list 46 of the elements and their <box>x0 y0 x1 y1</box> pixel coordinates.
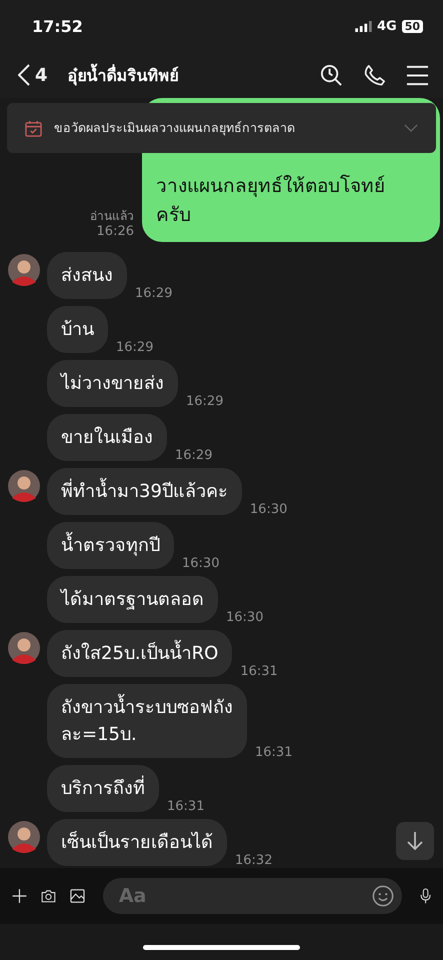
message-time: 16:31 <box>255 745 292 760</box>
received-message: บริการถึงที่ <box>47 765 159 812</box>
received-message: ขายในเมือง <box>47 414 167 461</box>
message-text: วางแผนกลยุทธ์ให้ตอบโจทย์ ครับ <box>156 174 386 228</box>
menu-icon[interactable] <box>406 64 429 86</box>
avatar[interactable] <box>8 470 40 502</box>
received-message: ได้มาตรฐานตลอด <box>47 576 218 623</box>
battery-indicator: 50 <box>402 20 423 32</box>
network-label: 4G <box>376 18 397 34</box>
arrow-down-icon <box>406 831 424 851</box>
chat-title: อุ๋ยน้ำดื่มรินทิพย์ <box>68 62 180 88</box>
received-message: ถังใส25บ.เป็นน้ำRO <box>47 630 232 677</box>
pinned-note-bar[interactable]: ขอวัดผลประเมินผลวางแผนกลยุทธ์การตลาด <box>7 103 436 153</box>
message-time: 16:29 <box>116 340 154 355</box>
emoji-icon[interactable] <box>372 885 394 907</box>
message-time: 16:31 <box>167 799 204 814</box>
received-message: บ้าน <box>47 306 108 353</box>
pinned-note-text: ขอวัดผลประเมินผลวางแผนกลยุทธ์การตลาด <box>54 119 296 138</box>
calendar-icon <box>25 120 42 136</box>
read-receipt: อ่านแล้ว <box>90 208 134 224</box>
scroll-down-button[interactable] <box>396 822 434 860</box>
chevron-icon[interactable] <box>404 124 418 132</box>
phone-icon[interactable] <box>363 64 386 86</box>
status-time: 17:52 <box>32 16 83 36</box>
message-time: 16:26 <box>96 224 134 240</box>
search-icon[interactable] <box>320 64 343 86</box>
message-time: 16:29 <box>175 448 212 463</box>
received-message: น้ำตรวจทุกปี <box>47 522 174 569</box>
avatar[interactable] <box>8 632 40 664</box>
avatar[interactable] <box>8 254 40 286</box>
received-message: เซ็นเป็นรายเดือนได้ <box>47 819 227 866</box>
signal-icon <box>354 20 372 32</box>
message-time: 16:31 <box>240 664 278 679</box>
message-time: 16:29 <box>186 394 224 409</box>
received-message: พี่ทำน้ำมา39ปีแล้วคะ <box>47 468 242 515</box>
received-message: ส่งสนง <box>47 252 127 299</box>
message-input[interactable]: Aa <box>102 878 402 914</box>
avatar[interactable] <box>8 821 40 853</box>
received-message: ไม่วางขายส่ง <box>47 360 178 407</box>
back-button[interactable]: 4 <box>18 64 48 86</box>
message-time: 16:32 <box>235 853 272 868</box>
message-time: 16:30 <box>182 556 220 571</box>
message-time: 16:30 <box>250 502 288 517</box>
message-time: 16:29 <box>135 286 172 301</box>
message-time: 16:30 <box>226 610 264 625</box>
received-message: ถังขาวน้ำระบบซอฟถัง ละ=15บ. <box>47 684 247 758</box>
